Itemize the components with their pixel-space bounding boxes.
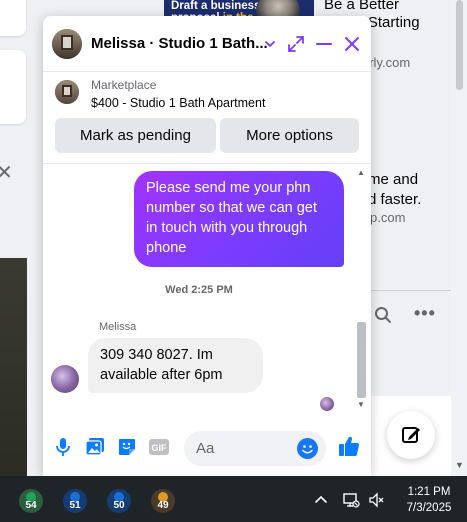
minimize-icon[interactable] [314,34,334,54]
microphone-icon[interactable] [52,436,74,458]
seen-indicator-avatar [320,397,334,411]
chevron-up-icon[interactable] [312,491,330,509]
chat-header[interactable]: Melissa · Studio 1 Bath... [43,16,371,72]
like-icon[interactable] [337,434,361,458]
listing-title: $400 - Studio 1 Bath Apartment [91,96,266,110]
scroll-up-arrow-icon[interactable]: ▲ [357,168,365,177]
scroll-down-arrow-icon[interactable]: ▼ [455,460,464,470]
melissa-avatar[interactable] [51,365,79,393]
message-thread[interactable]: Please send me your phn number so that w… [43,164,371,416]
taskbar-app-3[interactable]: 50 [106,488,132,514]
clock-time: 1:21 PM [407,486,451,498]
svg-text:GIF: GIF [152,443,168,453]
listing-avatar[interactable] [52,29,82,59]
photo-icon[interactable] [84,436,106,458]
chat-scrollbar[interactable]: ▲ ▼ [354,164,370,416]
message-composer: GIF [43,420,371,476]
emoji-icon[interactable] [297,438,318,459]
clock-date: 7/3/2025 [406,502,452,514]
taskbar-app-4[interactable]: 49 [150,488,176,514]
incoming-message[interactable]: 309 340 8027. Im available after 6pm [88,338,263,393]
taskbar-badge: 49 [157,500,169,511]
sticker-icon[interactable] [116,436,138,458]
ad2-domain: p.com [370,210,406,225]
scroll-down-arrow-icon[interactable]: ▼ [357,400,365,409]
chat-title[interactable]: Melissa · Studio 1 Bath... [91,35,268,52]
search-icon[interactable] [374,306,392,324]
left-card-top [0,0,26,36]
mark-as-pending-button[interactable]: Mark as pending [55,118,216,153]
volume-muted-icon[interactable] [368,491,386,509]
ad2-headline-line2[interactable]: d faster. [368,190,421,210]
listing-thumbnail [55,80,79,104]
page-scrollbar-thumb[interactable] [456,0,463,90]
ad2-headline-line1[interactable]: me and [368,170,418,190]
system-clock[interactable]: 1:21 PM 7/3/2025 [398,484,460,516]
outgoing-message[interactable]: Please send me your phn number so that w… [134,171,344,267]
new-message-button[interactable] [387,411,435,459]
left-card [0,50,26,124]
marketplace-label: Marketplace [91,78,157,92]
chevron-down-icon[interactable] [260,34,280,54]
more-options-button[interactable]: More options [220,118,359,153]
expand-icon[interactable] [286,34,306,54]
taskbar-badge: 51 [69,500,81,511]
network-icon[interactable] [342,491,360,509]
messenger-chat-window: Melissa · Studio 1 Bath... Marketplace $… [43,16,371,476]
gif-icon[interactable]: GIF [147,436,171,458]
sender-name: Melissa [99,321,137,333]
windows-taskbar: 54 51 50 49 1:21 PM 7/3/2025 [0,476,467,522]
compose-icon [402,427,420,443]
background-image [0,258,27,476]
ad-line1: Draft a business [171,0,261,12]
taskbar-app-2[interactable]: 51 [62,488,88,514]
taskbar-app-1[interactable]: 54 [18,488,44,514]
marketplace-listing[interactable]: Marketplace $400 - Studio 1 Bath Apartme… [43,72,371,116]
taskbar-badge: 54 [25,500,37,511]
close-icon[interactable] [342,34,362,54]
close-icon[interactable]: ✕ [0,160,13,185]
taskbar-badge: 50 [113,500,125,511]
message-timestamp: Wed 2:25 PM [165,284,233,296]
more-options-icon[interactable]: ••• [414,303,436,324]
chat-scrollbar-thumb[interactable] [357,322,366,398]
